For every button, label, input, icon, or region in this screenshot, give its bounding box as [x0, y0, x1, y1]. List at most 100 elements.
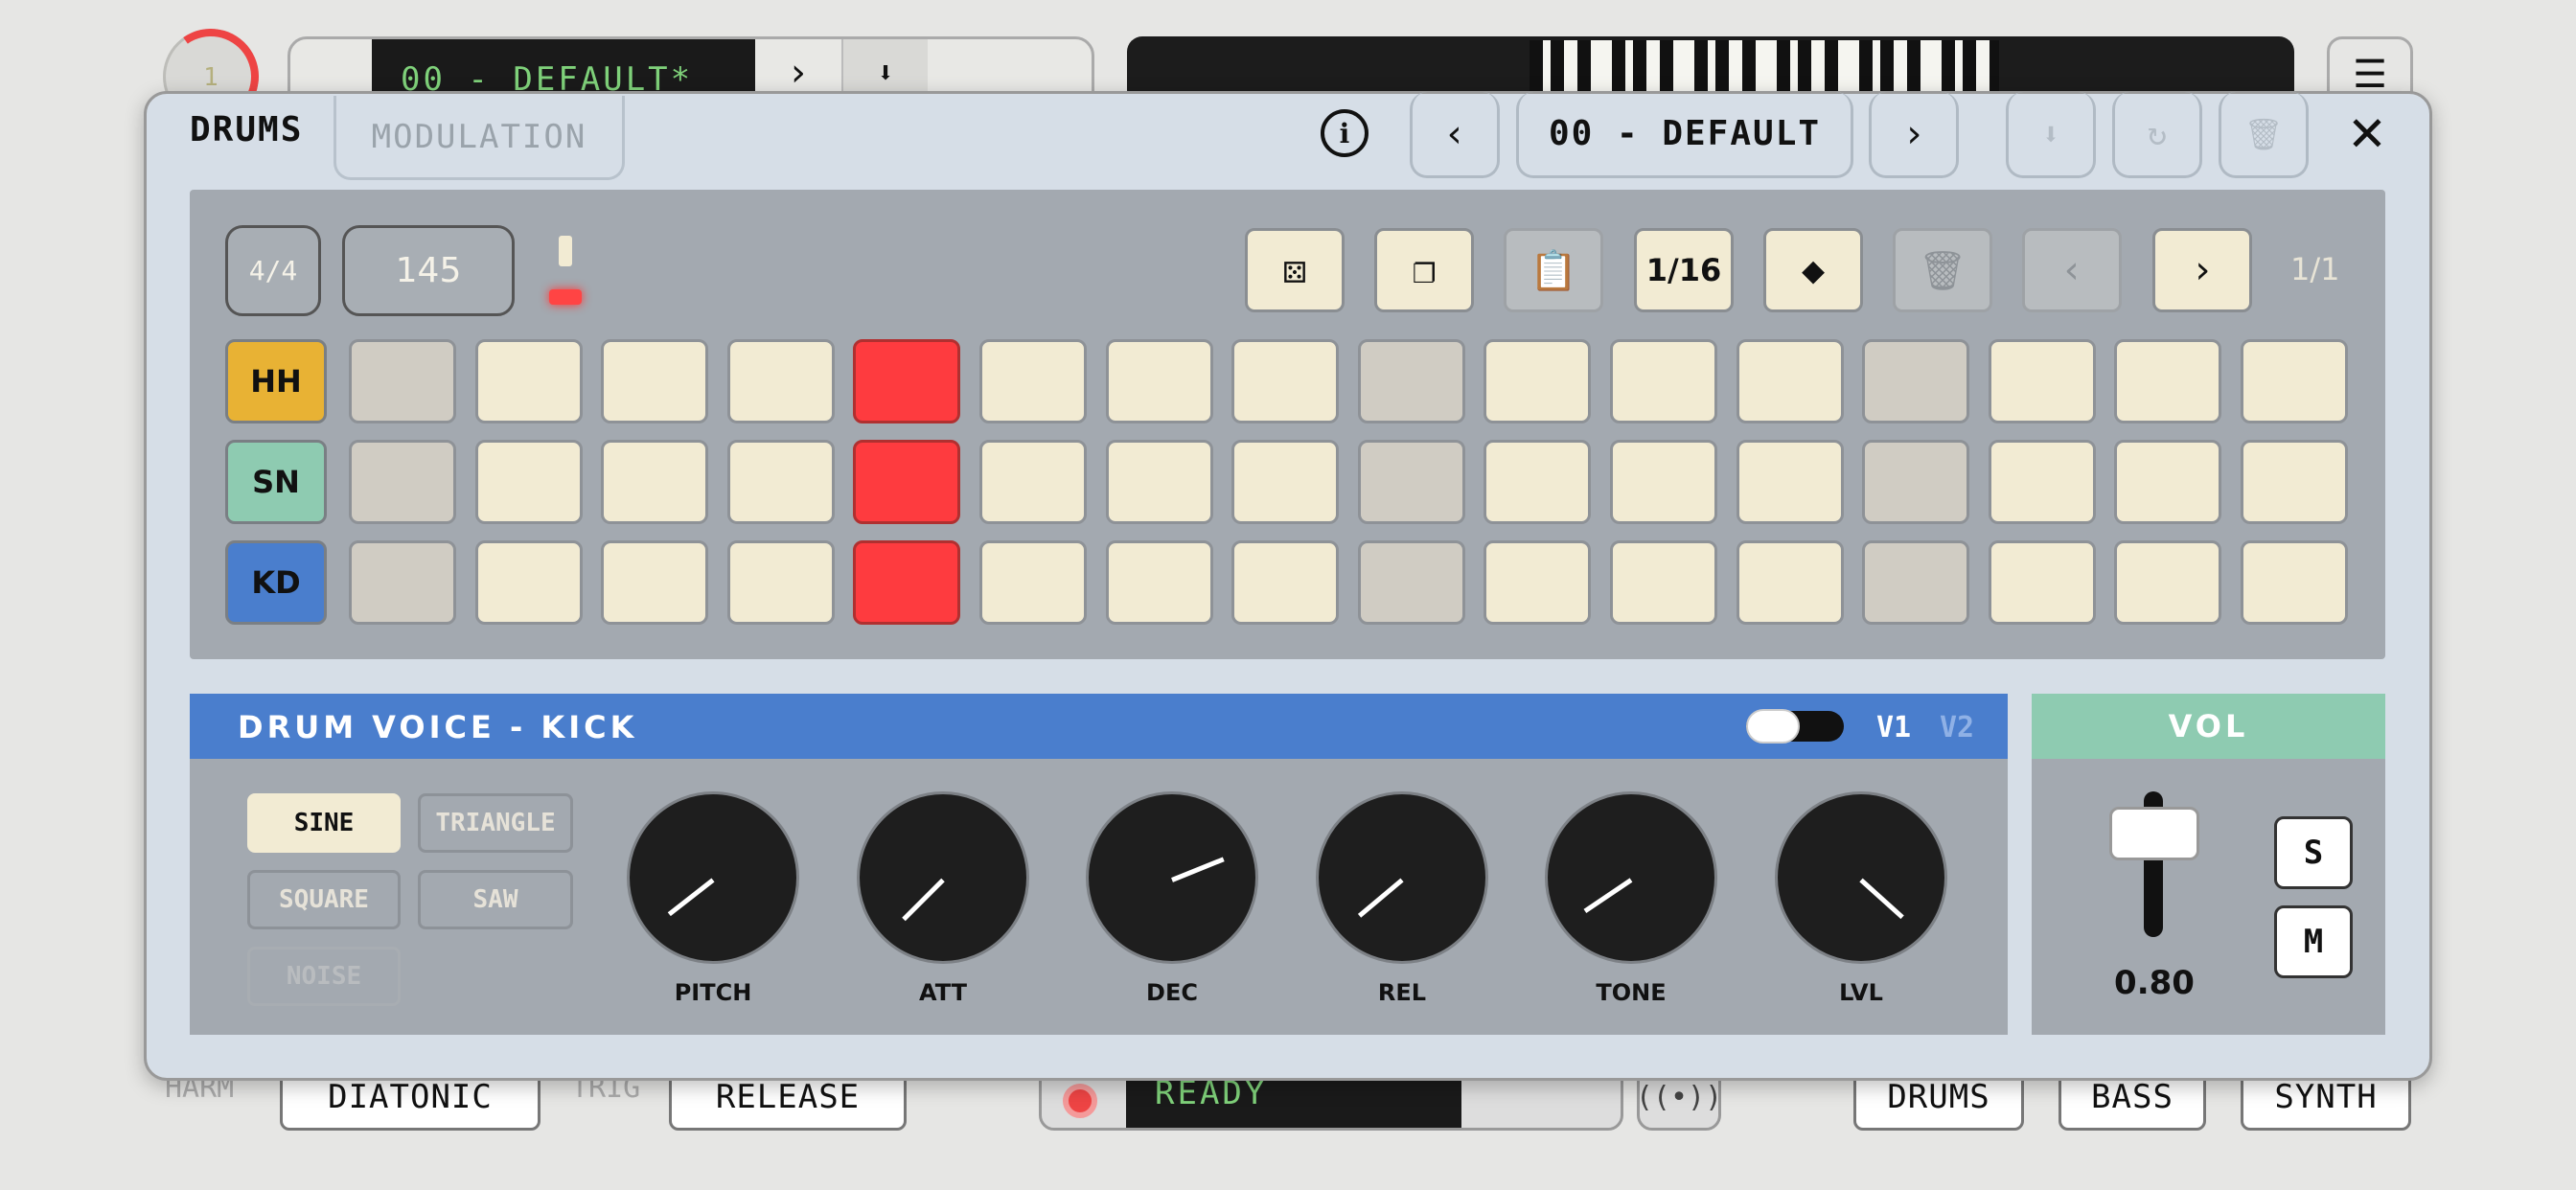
- record-icon: [1063, 1084, 1097, 1118]
- step-cell[interactable]: [979, 440, 1087, 524]
- track-label-0[interactable]: HH: [225, 339, 327, 423]
- step-cell[interactable]: [1862, 540, 1969, 625]
- step-cell[interactable]: [1231, 440, 1339, 524]
- trash-icon: 🗑: [1918, 248, 1967, 293]
- step-cell[interactable]: [601, 339, 708, 423]
- tab-drums[interactable]: DRUMS: [190, 110, 303, 149]
- step-cell[interactable]: [853, 540, 960, 625]
- eraser-button[interactable]: ◆: [1763, 228, 1863, 312]
- clear-pattern-button[interactable]: 🗑: [1893, 228, 1992, 312]
- step-cell[interactable]: [1736, 339, 1844, 423]
- wave-noise-button[interactable]: NOISE: [247, 947, 401, 1006]
- step-cell[interactable]: [853, 440, 960, 524]
- knob-dec[interactable]: [1086, 791, 1258, 964]
- step-cell[interactable]: [475, 540, 583, 625]
- preset-delete-button[interactable]: 🗑: [2219, 92, 2309, 178]
- step-cell[interactable]: [1610, 339, 1717, 423]
- step-cell[interactable]: [1106, 440, 1213, 524]
- knob-label: TONE: [1596, 979, 1667, 1006]
- step-cell[interactable]: [475, 339, 583, 423]
- knob-indicator: [1583, 878, 1633, 914]
- step-cell[interactable]: [1736, 540, 1844, 625]
- step-cell[interactable]: [1106, 540, 1213, 625]
- chevron-left-icon: ‹: [2059, 248, 2084, 292]
- solo-button[interactable]: S: [2274, 816, 2353, 889]
- step-cell[interactable]: [475, 440, 583, 524]
- step-cell[interactable]: [2241, 440, 2348, 524]
- voice-v1-label[interactable]: V1: [1876, 711, 1911, 744]
- step-cell[interactable]: [349, 440, 456, 524]
- preset-name[interactable]: 00 - DEFAULT: [1516, 92, 1853, 178]
- step-cell[interactable]: [1610, 440, 1717, 524]
- step-cell[interactable]: [1736, 440, 1844, 524]
- preset-next-button[interactable]: ›: [1869, 92, 1959, 178]
- step-cell[interactable]: [727, 540, 835, 625]
- wave-saw-button[interactable]: SAW: [418, 870, 573, 929]
- step-cell[interactable]: [1862, 339, 1969, 423]
- step-division-button[interactable]: 1/16: [1634, 228, 1734, 312]
- preset-save-button[interactable]: ⬇: [2006, 92, 2096, 178]
- step-cell[interactable]: [601, 540, 708, 625]
- step-cell[interactable]: [349, 540, 456, 625]
- preset-prev-button[interactable]: ‹: [1410, 92, 1500, 178]
- step-cell[interactable]: [979, 339, 1087, 423]
- page-next-button[interactable]: ›: [2152, 228, 2252, 312]
- knob-rel[interactable]: [1316, 791, 1488, 964]
- knob-pitch[interactable]: [627, 791, 799, 964]
- knob-tone[interactable]: [1545, 791, 1717, 964]
- wave-square-button[interactable]: SQUARE: [247, 870, 401, 929]
- time-signature-button[interactable]: 4/4: [225, 225, 321, 316]
- knob-indicator: [1859, 878, 1904, 920]
- refresh-icon: ↻: [2147, 114, 2168, 153]
- tab-modulation[interactable]: MODULATION: [334, 96, 625, 180]
- wave-triangle-button[interactable]: TRIANGLE: [418, 793, 573, 853]
- voice-toggle-thumb[interactable]: [1746, 709, 1800, 744]
- knob-lvl[interactable]: [1775, 791, 1947, 964]
- page-prev-button[interactable]: ‹: [2022, 228, 2122, 312]
- close-icon[interactable]: ✕: [2338, 105, 2396, 163]
- step-cell[interactable]: [2114, 339, 2221, 423]
- wave-sine-button[interactable]: SINE: [247, 793, 401, 853]
- info-icon[interactable]: i: [1321, 109, 1368, 157]
- mute-button[interactable]: M: [2274, 905, 2353, 978]
- knob-indicator: [667, 878, 715, 917]
- step-cell[interactable]: [1231, 540, 1339, 625]
- chevron-right-icon: ›: [2190, 248, 2215, 292]
- step-cell[interactable]: [1989, 540, 2096, 625]
- step-cell[interactable]: [853, 339, 960, 423]
- step-cell[interactable]: [349, 339, 456, 423]
- track-label-1[interactable]: SN: [225, 440, 327, 524]
- step-cell[interactable]: [1484, 540, 1591, 625]
- track-label-2[interactable]: KD: [225, 540, 327, 625]
- step-cell[interactable]: [1484, 339, 1591, 423]
- paste-button[interactable]: 📋: [1504, 228, 1603, 312]
- step-cell[interactable]: [2241, 339, 2348, 423]
- bpm-field[interactable]: 145: [342, 225, 515, 316]
- step-cell[interactable]: [1989, 440, 2096, 524]
- step-cell[interactable]: [1358, 440, 1465, 524]
- step-cell[interactable]: [1358, 339, 1465, 423]
- preset-reload-button[interactable]: ↻: [2112, 92, 2202, 178]
- step-cell[interactable]: [1989, 339, 2096, 423]
- step-cell[interactable]: [727, 339, 835, 423]
- step-cell[interactable]: [1610, 540, 1717, 625]
- step-cell[interactable]: [1358, 540, 1465, 625]
- randomize-button[interactable]: ⚄: [1245, 228, 1345, 312]
- step-cell[interactable]: [2241, 540, 2348, 625]
- step-cell[interactable]: [979, 540, 1087, 625]
- step-cell[interactable]: [2114, 440, 2221, 524]
- step-cell[interactable]: [1231, 339, 1339, 423]
- step-cell[interactable]: [601, 440, 708, 524]
- knob-label: REL: [1377, 979, 1427, 1006]
- knob-att[interactable]: [857, 791, 1029, 964]
- step-cell[interactable]: [1106, 339, 1213, 423]
- tempo-led-active: [549, 289, 582, 305]
- copy-button[interactable]: ❐: [1374, 228, 1474, 312]
- step-cell[interactable]: [1484, 440, 1591, 524]
- step-cell[interactable]: [1862, 440, 1969, 524]
- step-cell[interactable]: [2114, 540, 2221, 625]
- step-cell[interactable]: [727, 440, 835, 524]
- chevron-right-icon: ›: [1901, 111, 1926, 156]
- voice-v2-label[interactable]: V2: [1940, 711, 1974, 744]
- volume-fader-thumb[interactable]: [2109, 807, 2199, 860]
